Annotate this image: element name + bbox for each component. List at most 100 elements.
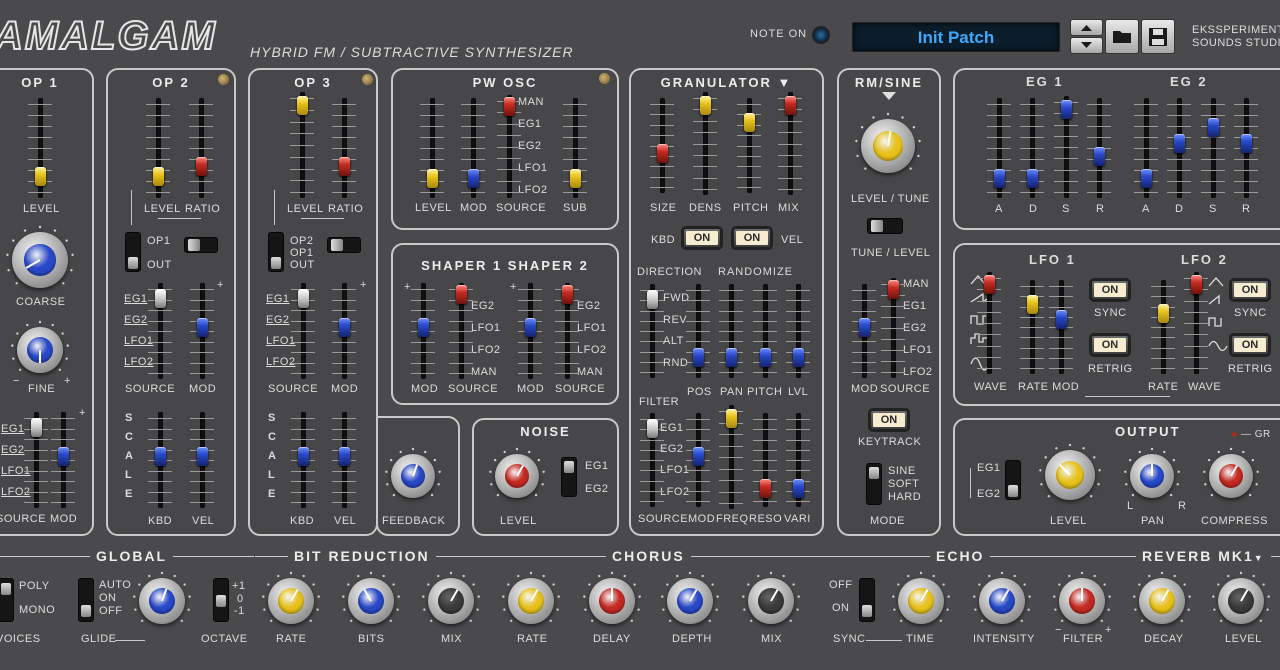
fader-cap[interactable] [338, 446, 350, 466]
op3-vel-fader[interactable] [330, 412, 358, 508]
lfo1-rate-fader[interactable] [1018, 280, 1046, 374]
fader-cap[interactable] [297, 446, 309, 466]
glide-knob[interactable] [139, 578, 185, 624]
noise-level-knob[interactable] [495, 454, 539, 498]
fader-cap[interactable] [297, 289, 309, 309]
echo-filter-knob[interactable] [1059, 578, 1105, 624]
fader-cap[interactable] [1093, 146, 1105, 166]
op2-kbd-fader[interactable] [146, 412, 174, 508]
fader-cap[interactable] [503, 96, 515, 116]
patch-display[interactable]: Init Patch [852, 22, 1060, 52]
pwosc-source-fader[interactable] [495, 95, 523, 198]
fader-cap[interactable] [1060, 100, 1072, 120]
op3-output-switch[interactable] [268, 232, 284, 272]
pwosc-sub-fader[interactable] [561, 98, 589, 198]
fader-cap[interactable] [784, 96, 796, 116]
gran-pos-fader[interactable] [684, 284, 712, 378]
gran-size-fader[interactable] [648, 98, 676, 193]
op2-vel-fader[interactable] [188, 412, 216, 508]
op2-route-switch[interactable] [184, 237, 218, 253]
reverb-decay-knob[interactable] [1139, 578, 1185, 624]
fader-cap[interactable] [983, 275, 995, 295]
fader-cap[interactable] [152, 166, 164, 186]
chorus-rate-knob[interactable] [508, 578, 554, 624]
fader-cap[interactable] [993, 169, 1005, 189]
patch-up-button[interactable] [1070, 19, 1103, 36]
lfo1-mod-fader[interactable] [1047, 280, 1075, 374]
op2-ratio-fader[interactable] [187, 98, 215, 198]
glide-mode-switch[interactable] [78, 578, 94, 622]
output-compress-knob[interactable] [1209, 454, 1253, 498]
fader-cap[interactable] [1055, 310, 1067, 329]
fader-cap[interactable] [1173, 134, 1185, 154]
lfo1-sync-button[interactable]: ON [1091, 280, 1129, 300]
eg2-a-fader[interactable] [1132, 98, 1160, 198]
op3-level-fader[interactable] [288, 92, 316, 198]
op2-output-switch[interactable] [125, 232, 141, 272]
output-level-knob[interactable] [1045, 450, 1095, 500]
op3-mod-fader[interactable] [330, 283, 358, 379]
fader-cap[interactable] [646, 290, 658, 309]
fader-cap[interactable] [426, 169, 438, 189]
op3-ratio-fader[interactable] [330, 98, 358, 198]
lfo2-retrig-button[interactable]: ON [1231, 335, 1269, 355]
fader-cap[interactable] [656, 143, 668, 163]
chorus-mix-knob[interactable] [748, 578, 794, 624]
fader-cap[interactable] [196, 446, 208, 466]
gran-filter-source-fader[interactable] [638, 413, 666, 507]
chorus-delay-knob[interactable] [589, 578, 635, 624]
eg2-r-fader[interactable] [1232, 98, 1260, 198]
op1-fine-knob[interactable] [17, 327, 63, 373]
eg1-s-fader[interactable] [1052, 96, 1080, 198]
gran-mix-fader[interactable] [776, 92, 804, 195]
echo-intensity-knob[interactable] [979, 578, 1025, 624]
fader-cap[interactable] [417, 317, 429, 337]
fader-cap[interactable] [524, 317, 536, 337]
pwosc-mod-fader[interactable] [459, 98, 487, 198]
reverb-chevron-icon[interactable]: ▼ [1254, 553, 1265, 563]
gran-freq-fader[interactable] [717, 405, 745, 509]
op1-level-fader[interactable] [26, 98, 54, 198]
eg2-d-fader[interactable] [1165, 98, 1193, 198]
fader-cap[interactable] [154, 446, 166, 466]
output-pan-knob[interactable] [1130, 454, 1174, 498]
op2-mod-fader[interactable] [188, 283, 216, 379]
gran-reso-fader[interactable] [751, 413, 779, 507]
gran-vari-fader[interactable] [784, 413, 812, 507]
op1-source-fader[interactable] [22, 412, 50, 508]
fader-cap[interactable] [1140, 169, 1152, 189]
chorus-depth-knob[interactable] [667, 578, 713, 624]
fader-cap[interactable] [338, 317, 350, 337]
fader-cap[interactable] [296, 96, 308, 116]
lfo1-wave-fader[interactable] [975, 272, 1003, 374]
fader-cap[interactable] [1207, 118, 1219, 138]
gran-lvl-fader[interactable] [784, 284, 812, 378]
fader-cap[interactable] [692, 347, 704, 367]
fader-cap[interactable] [743, 113, 755, 133]
op3-kbd-fader[interactable] [289, 412, 317, 508]
noise-source-switch[interactable] [561, 457, 577, 497]
op2-source-fader[interactable] [146, 283, 174, 379]
rm-source-fader[interactable] [879, 278, 907, 378]
op2-level-fader[interactable] [144, 98, 172, 198]
rm-knob[interactable] [861, 119, 915, 173]
gran-filter-mod-fader[interactable] [684, 413, 712, 507]
fader-cap[interactable] [759, 347, 771, 367]
fader-cap[interactable] [154, 289, 166, 309]
output-eg-switch[interactable] [1005, 460, 1021, 500]
fader-cap[interactable] [646, 419, 658, 438]
chevron-down-icon[interactable]: ▼ [778, 75, 793, 90]
fader-cap[interactable] [1240, 134, 1252, 154]
bit-bits-knob[interactable] [348, 578, 394, 624]
pwosc-level-fader[interactable] [418, 98, 446, 198]
voices-switch[interactable] [0, 578, 14, 622]
fader-cap[interactable] [34, 166, 46, 186]
op3-route-switch[interactable] [327, 237, 361, 253]
rm-mode-switch[interactable] [866, 463, 882, 505]
fader-cap[interactable] [30, 418, 42, 438]
fader-cap[interactable] [699, 96, 711, 116]
eg1-a-fader[interactable] [985, 98, 1013, 198]
shaper2-source-fader[interactable] [553, 283, 581, 379]
lfo2-sync-button[interactable]: ON [1231, 280, 1269, 300]
fader-cap[interactable] [725, 347, 737, 367]
